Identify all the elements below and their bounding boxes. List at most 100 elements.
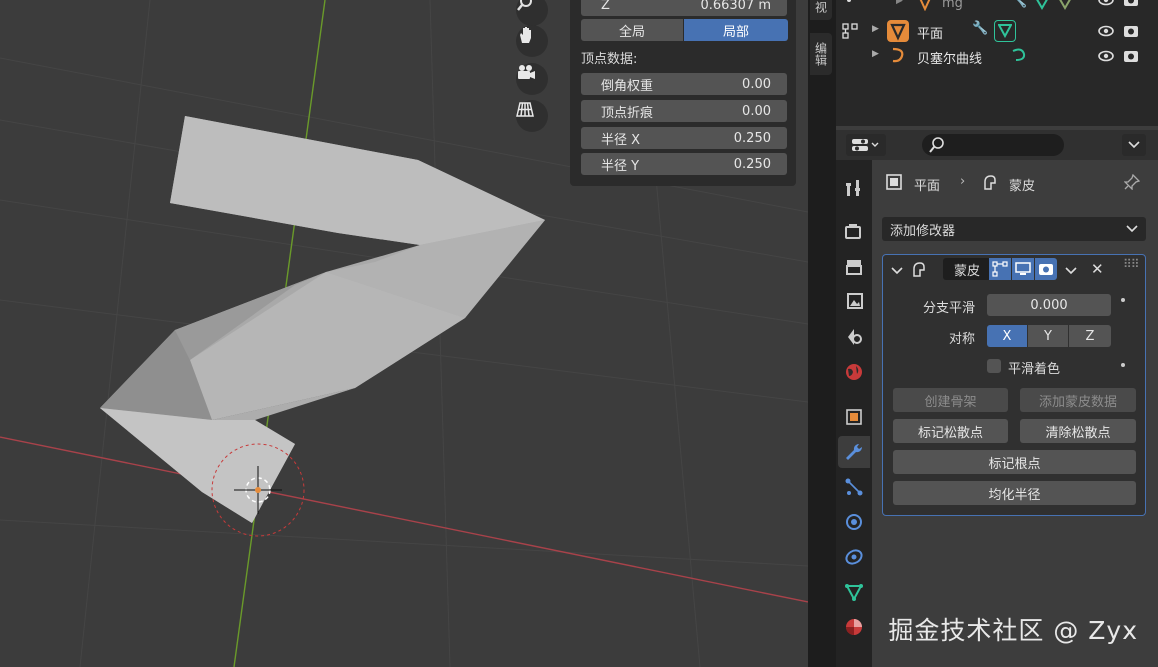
mesh-data-icon[interactable] xyxy=(994,20,1016,42)
output-tab[interactable] xyxy=(838,251,870,283)
skin-modifier-panel: 蒙皮 ✕ ⠿⠿ 分支平滑 0.000 对称 X Y Z 平滑着色 创建骨架 添加… xyxy=(882,254,1146,516)
render-camera-icon[interactable] xyxy=(1123,24,1139,42)
close-icon[interactable]: ✕ xyxy=(1091,260,1104,278)
item-sidebar-panel: Z 0.66307 m 全局 局部 顶点数据: 倒角权重 0.00 顶点折痕 0… xyxy=(570,0,796,186)
properties-editor-icon xyxy=(852,139,879,151)
symmetry-x-toggle[interactable]: X xyxy=(987,325,1027,347)
camera-icon[interactable] xyxy=(516,63,548,95)
mesh-icon xyxy=(916,0,934,12)
branch-smooth-field[interactable]: 0.000 xyxy=(987,294,1111,316)
mesh-data-icon[interactable] xyxy=(1056,0,1074,14)
outliner-row[interactable]: ▶ 贝塞尔曲线 xyxy=(836,43,1158,69)
symmetry-y-toggle[interactable]: Y xyxy=(1028,325,1068,347)
symmetry-label: 对称 xyxy=(948,332,975,347)
eye-icon[interactable] xyxy=(1098,49,1114,67)
radius-x-field[interactable]: 半径 X 0.250 xyxy=(581,127,787,149)
breadcrumb-object: 平面 xyxy=(914,179,941,194)
sidebar-tab-strip: 视 编辑 xyxy=(808,0,836,667)
field-value: 0.00 xyxy=(742,103,771,119)
mesh-data-icon[interactable] xyxy=(1033,0,1051,14)
view-layer-tab[interactable] xyxy=(838,286,870,318)
field-value: 0.00 xyxy=(742,76,771,92)
global-toggle[interactable]: 全局 xyxy=(581,19,683,41)
curve-data-icon[interactable] xyxy=(1010,46,1028,64)
scene-tab[interactable] xyxy=(838,321,870,353)
mark-loose-button[interactable]: 标记松散点 xyxy=(893,419,1008,443)
smooth-shading-checkbox[interactable] xyxy=(987,359,1001,373)
wrench-icon xyxy=(846,443,863,460)
keyframe-dot[interactable] xyxy=(1121,298,1125,302)
skin-modifier-icon xyxy=(982,174,998,190)
symmetry-z-toggle[interactable]: Z xyxy=(1069,325,1111,347)
z-label: Z xyxy=(601,0,610,13)
render-toggle-icon[interactable] xyxy=(1035,258,1057,280)
material-tab[interactable] xyxy=(838,611,870,643)
field-value: 0.250 xyxy=(733,130,771,146)
keyframe-dot[interactable] xyxy=(1121,363,1125,367)
expand-arrow-icon[interactable]: ▶ xyxy=(872,24,879,34)
properties-tab-bar xyxy=(836,160,872,667)
mesh-data-tab[interactable] xyxy=(838,576,870,608)
physics-tab[interactable] xyxy=(838,506,870,538)
collapse-chevron-icon[interactable] xyxy=(891,264,903,279)
z-location-field[interactable]: Z 0.66307 m xyxy=(581,0,787,16)
add-modifier-dropdown[interactable]: 添加修改器 xyxy=(882,217,1146,241)
branch-smooth-label: 分支平滑 xyxy=(922,301,975,316)
properties-main: 平面 › 蒙皮 添加修改器 蒙皮 ✕ ⠿⠿ 分支平滑 0.000 对称 X Y … xyxy=(872,160,1158,667)
breadcrumb-separator-icon: › xyxy=(960,174,966,189)
viewport-display-toggle-icon[interactable] xyxy=(1012,258,1034,280)
tab-view[interactable]: 视 xyxy=(810,0,832,20)
mesh-icon xyxy=(887,20,909,42)
chevron-down-icon xyxy=(1126,225,1138,233)
radius-y-field[interactable]: 半径 Y 0.250 xyxy=(581,153,787,175)
bevel-weight-field[interactable]: 倒角权重 0.00 xyxy=(581,73,787,95)
chevron-down-icon xyxy=(1128,141,1140,149)
render-camera-icon[interactable] xyxy=(1123,49,1139,67)
modifier-name-field[interactable]: 蒙皮 xyxy=(943,258,991,280)
tool-tab[interactable] xyxy=(838,172,870,204)
options-dropdown[interactable] xyxy=(1122,134,1146,156)
outliner-row[interactable]: ▶ 平面 🔧 xyxy=(836,18,1158,44)
add-skin-data-button[interactable]: 添加蒙皮数据 xyxy=(1020,388,1136,412)
search-icon xyxy=(929,137,944,153)
render-tab[interactable] xyxy=(838,216,870,248)
grid-icon[interactable] xyxy=(516,100,548,132)
equalize-radii-button[interactable]: 均化半径 xyxy=(893,481,1136,505)
modifier-tab[interactable] xyxy=(838,436,870,468)
pin-icon[interactable] xyxy=(1123,173,1141,191)
modifier-menu-chevron-icon[interactable] xyxy=(1065,264,1077,279)
row-dot xyxy=(847,0,851,2)
add-modifier-label: 添加修改器 xyxy=(890,223,956,239)
expand-arrow-icon[interactable]: ▶ xyxy=(896,0,903,6)
constraints-tab[interactable] xyxy=(838,541,870,573)
mark-root-button[interactable]: 标记根点 xyxy=(893,450,1136,474)
outliner-row[interactable]: ▶ mg 🔧 xyxy=(836,0,1158,18)
vertex-crease-field[interactable]: 顶点折痕 0.00 xyxy=(581,100,787,122)
wrench-icon[interactable]: 🔧 xyxy=(1011,0,1027,9)
hand-icon[interactable] xyxy=(516,25,548,57)
smooth-shading-label: 平滑着色 xyxy=(1008,362,1061,377)
object-tab[interactable] xyxy=(838,401,870,433)
wrench-icon[interactable]: 🔧 xyxy=(972,21,988,36)
outliner-item-label: 平面 xyxy=(917,27,944,42)
eye-icon[interactable] xyxy=(1098,24,1114,42)
tab-edit[interactable]: 编辑 xyxy=(810,33,832,75)
world-tab[interactable] xyxy=(838,356,870,388)
create-armature-button[interactable]: 创建骨架 xyxy=(893,388,1008,412)
local-toggle[interactable]: 局部 xyxy=(684,19,788,41)
editor-type-dropdown[interactable] xyxy=(846,134,886,156)
clear-loose-button[interactable]: 清除松散点 xyxy=(1020,419,1136,443)
curve-icon xyxy=(889,46,907,64)
vertex-data-title: 顶点数据: xyxy=(581,52,638,67)
eye-icon[interactable] xyxy=(1098,0,1114,11)
edit-mode-toggle-icon[interactable] xyxy=(989,258,1011,280)
drag-handle-icon[interactable]: ⠿⠿ xyxy=(1123,257,1140,271)
render-camera-icon[interactable] xyxy=(1123,0,1139,11)
skin-mesh[interactable] xyxy=(100,116,545,523)
skin-modifier-icon xyxy=(911,261,927,281)
hierarchy-icon[interactable] xyxy=(842,23,858,39)
particles-tab[interactable] xyxy=(838,471,870,503)
z-value: 0.66307 m xyxy=(700,0,771,13)
search-input[interactable] xyxy=(922,134,1064,156)
expand-arrow-icon[interactable]: ▶ xyxy=(872,49,879,59)
